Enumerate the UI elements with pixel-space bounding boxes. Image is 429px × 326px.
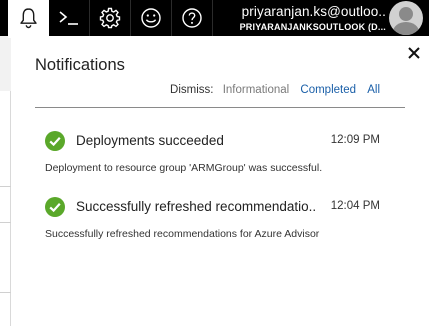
feedback-button[interactable] [131,0,171,36]
dismiss-label: Dismiss: [170,84,214,96]
notification-time: 12:04 PM [330,200,380,212]
notifications-button[interactable] [8,0,49,38]
dismiss-bar: Dismiss: Informational Completed All [12,84,380,96]
help-icon [182,8,202,28]
avatar-head [399,7,413,21]
smiley-icon [141,8,161,28]
panel-title: Notifications [35,56,125,74]
cloud-shell-icon [59,11,78,25]
notification-time: 12:09 PM [330,134,380,146]
check-circle-icon [45,197,65,217]
help-button[interactable] [172,0,212,36]
avatar[interactable] [389,1,423,35]
toolbar-separator [212,0,213,36]
close-icon [408,47,420,59]
dismiss-all-link[interactable]: All [367,84,380,96]
notification-item[interactable]: Deployments succeeded 12:09 PM Deploymen… [12,131,429,191]
close-button[interactable] [405,44,423,62]
notifications-panel: Notifications Dismiss: Informational Com… [12,36,429,326]
background-page-edge [0,36,11,326]
background-band [0,36,11,91]
dismiss-informational-link[interactable]: Informational [223,84,289,96]
check-circle-icon [45,131,65,151]
background-divider [0,186,11,187]
notification-description: Successfully refreshed recommendations f… [45,228,320,240]
notification-description: Deployment to resource group 'ARMGroup' … [45,162,323,174]
top-bar: priyaranjan.ks@outloo.. PRIYARANJANKSOUT… [0,0,429,38]
panel-divider [35,107,405,108]
notification-item[interactable]: Successfully refreshed recommendatio.. 1… [12,197,429,257]
account-menu[interactable]: priyaranjan.ks@outloo.. PRIYARANJANKSOUT… [216,0,386,36]
background-divider [0,222,11,223]
account-name: priyaranjan.ks@outloo.. [241,4,386,19]
account-directory: PRIYARANJANKSOUTLOOK (D... [239,22,386,32]
bell-icon [20,8,37,29]
dismiss-completed-link[interactable]: Completed [300,84,356,96]
gear-icon [99,7,121,29]
settings-button[interactable] [90,0,130,36]
background-divider [0,292,11,293]
notification-title: Successfully refreshed recommendatio.. [76,199,317,214]
notification-title: Deployments succeeded [76,133,224,148]
avatar-body [393,22,419,35]
cloud-shell-button[interactable] [49,0,89,36]
